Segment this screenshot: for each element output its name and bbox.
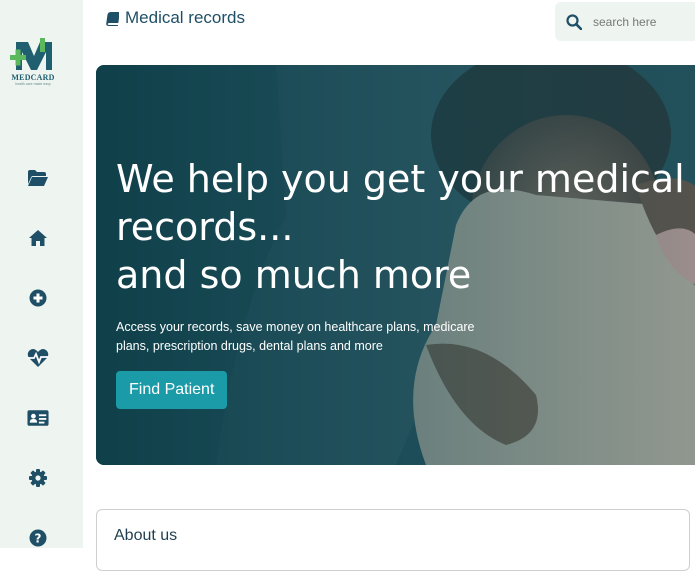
about-us-card[interactable]: About us [96,509,690,571]
heart-pulse-icon [27,349,49,367]
sidebar-item-add[interactable] [27,287,49,309]
hero-headline-line3: and so much more [116,253,472,297]
about-us-label: About us [114,527,178,544]
sidebar: MEDCARD health care made easy ? [0,0,83,548]
hero-headline: We help you get your medical records... … [116,155,695,299]
hero-banner: We help you get your medical records... … [96,65,695,465]
plus-circle-icon [29,289,47,307]
svg-text:?: ? [35,532,42,546]
sidebar-item-folder[interactable] [27,167,49,189]
sidebar-item-health[interactable] [27,347,49,369]
folder-open-icon [28,170,48,186]
page-header: Medical records [106,8,245,28]
hero-headline-line1: We help you get your medical [116,157,685,201]
page-title: Medical records [125,8,245,27]
search-input[interactable] [591,13,695,30]
book-icon [106,11,119,26]
search-box[interactable] [555,2,695,41]
home-icon [29,230,47,246]
logo-mark-icon [10,38,52,70]
sidebar-item-records[interactable] [27,407,49,429]
question-circle-icon: ? [29,529,47,547]
logo-tagline: health care made easy [15,82,51,86]
search-icon[interactable] [565,13,583,31]
hero-headline-line2: records... [116,205,294,249]
id-card-icon [27,410,49,426]
sidebar-item-home[interactable] [27,227,49,249]
sidebar-item-settings[interactable] [27,467,49,489]
hero-description: Access your records, save money on healt… [116,320,475,353]
logo-text: MEDCARD [11,73,55,82]
sidebar-item-help[interactable]: ? [27,527,49,549]
find-patient-button[interactable]: Find Patient [116,371,228,409]
gear-icon [29,469,47,487]
